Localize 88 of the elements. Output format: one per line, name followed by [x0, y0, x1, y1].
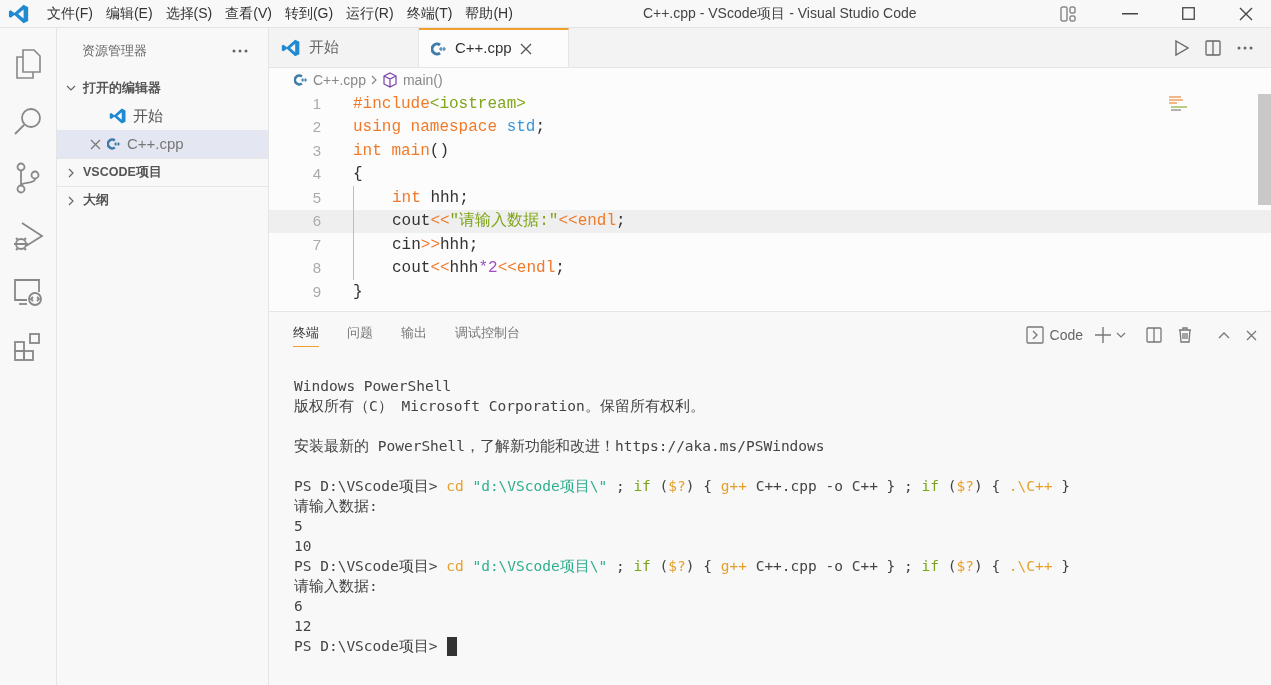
layout-icon[interactable]	[1060, 5, 1076, 22]
terminal-line: 请输入数据:	[294, 497, 378, 516]
code-line: }	[353, 281, 363, 303]
panel-tab[interactable]: 调试控制台	[455, 323, 520, 347]
maximize-panel-icon[interactable]	[1218, 331, 1230, 339]
code-line: #include<iostream>	[353, 93, 526, 115]
line-number: 8	[311, 258, 322, 278]
menu-item[interactable]: 文件(F)	[42, 3, 98, 24]
line-number: 5	[311, 187, 322, 208]
panel-tab[interactable]: 终端	[293, 323, 319, 347]
code-line: cout<<"请输入数据:"<<endl;	[392, 211, 626, 233]
terminal-line: PS D:\VScode项目> cd "d:\VScode项目\" ; if ($?) { g++ C++.cpp -o C++ } ; if ($?) { .\C++ }	[294, 557, 1070, 576]
chevron-right-icon	[68, 167, 74, 178]
chevron-down-icon	[66, 85, 76, 91]
open-editor-item[interactable]: 开始	[57, 102, 268, 130]
line-number: 1	[311, 93, 322, 114]
menu-item[interactable]: 转到(G)	[279, 3, 339, 24]
terminal-line: 10	[294, 537, 312, 556]
line-number: 7	[311, 234, 322, 255]
line-number: 6	[311, 211, 322, 231]
editor-tab[interactable]: C++.cpp	[419, 28, 569, 67]
run-debug-icon[interactable]	[12, 220, 44, 252]
code-line: {	[353, 164, 363, 186]
terminal-line: 5	[294, 517, 303, 536]
panel-tab[interactable]: 输出	[401, 323, 427, 347]
trash-icon[interactable]	[1178, 327, 1192, 343]
minimize-icon[interactable]	[1122, 12, 1138, 15]
plus-icon[interactable]	[1095, 327, 1111, 343]
maximize-icon[interactable]	[1182, 7, 1195, 20]
cpp-file-icon	[294, 73, 308, 87]
remote-explorer-icon[interactable]	[13, 278, 43, 306]
code-line: cin>>hhh;	[392, 234, 479, 256]
section-header[interactable]: VSCODE项目	[57, 158, 268, 186]
breadcrumb-item[interactable]: main()	[402, 69, 443, 91]
window-title: C++.cpp - VScode项目 - Visual Studio Code	[642, 4, 917, 23]
extensions-icon[interactable]	[13, 332, 43, 362]
cpp-file-icon	[431, 40, 447, 57]
close-icon[interactable]	[1246, 329, 1257, 341]
menu-item[interactable]: 运行(R)	[341, 3, 399, 24]
terminal-line: 版权所有（C） Microsoft Corporation。保留所有权利。	[294, 397, 705, 416]
menu-item[interactable]: 查看(V)	[220, 3, 277, 24]
vscode-logo-icon	[109, 107, 127, 125]
terminal-line: 12	[294, 617, 312, 636]
breadcrumb-item[interactable]: C++.cpp	[313, 69, 366, 91]
section-header[interactable]: 大纲	[57, 186, 268, 214]
terminal-line: 安装最新的 PowerShell，了解新功能和改进！https://aka.ms/PSWindows	[294, 437, 825, 456]
scrollbar[interactable]	[1258, 94, 1271, 205]
terminal-line: PS D:\VScode项目> cd "d:\VScode项目\" ; if ($?) { g++ C++.cpp -o C++ } ; if ($?) { .\C++ }	[294, 477, 1070, 496]
close-icon[interactable]	[1239, 6, 1253, 21]
line-number: 3	[311, 140, 322, 161]
minimap-drawing	[1169, 96, 1187, 111]
caret-icon[interactable]	[1116, 332, 1126, 338]
chevron-right-icon	[370, 75, 377, 85]
files-icon[interactable]	[14, 48, 42, 80]
chevron-right-icon	[68, 195, 74, 206]
line-number: 9	[311, 281, 322, 302]
terminal-icon	[1025, 326, 1044, 344]
terminal-line: 请输入数据:	[294, 577, 378, 596]
menu-item[interactable]: 帮助(H)	[460, 3, 518, 24]
vscode-logo-icon	[8, 2, 30, 25]
more-actions-icon[interactable]	[232, 49, 248, 53]
split-terminal-icon[interactable]	[1146, 327, 1162, 343]
line-number: 4	[311, 164, 322, 184]
source-control-icon[interactable]	[15, 162, 41, 194]
code-line: int hhh;	[392, 187, 469, 209]
split-editor-icon[interactable]	[1205, 39, 1221, 56]
code-line: cout<<hhh*2<<endl;	[392, 258, 565, 280]
vscode-logo-icon	[281, 37, 301, 58]
code-line: int main()	[353, 140, 449, 162]
line-number: 2	[311, 117, 322, 137]
cube-icon	[381, 72, 398, 88]
close-icon[interactable]	[519, 42, 532, 55]
panel-tab[interactable]: 问题	[347, 323, 373, 347]
section-header[interactable]: 打开的编辑器	[57, 74, 268, 102]
open-editor-item[interactable]: C++.cpp	[57, 130, 268, 158]
more-actions-icon[interactable]	[1237, 45, 1253, 50]
terminal-line: PS D:\VScode项目>	[294, 637, 438, 656]
search-icon[interactable]	[13, 106, 43, 136]
menu-item[interactable]: 终端(T)	[401, 3, 458, 24]
cpp-file-icon	[107, 137, 121, 151]
menu-item[interactable]: 编辑(E)	[100, 3, 158, 24]
menu-item[interactable]: 选择(S)	[160, 3, 218, 24]
sidebar-title: 资源管理器	[82, 42, 147, 61]
terminal-name[interactable]: Code	[1049, 324, 1083, 346]
run-icon[interactable]	[1175, 39, 1189, 56]
terminal-line: 6	[294, 597, 303, 616]
code-line: using namespace std;	[353, 117, 546, 139]
terminal-line: Windows PowerShell	[294, 377, 452, 396]
